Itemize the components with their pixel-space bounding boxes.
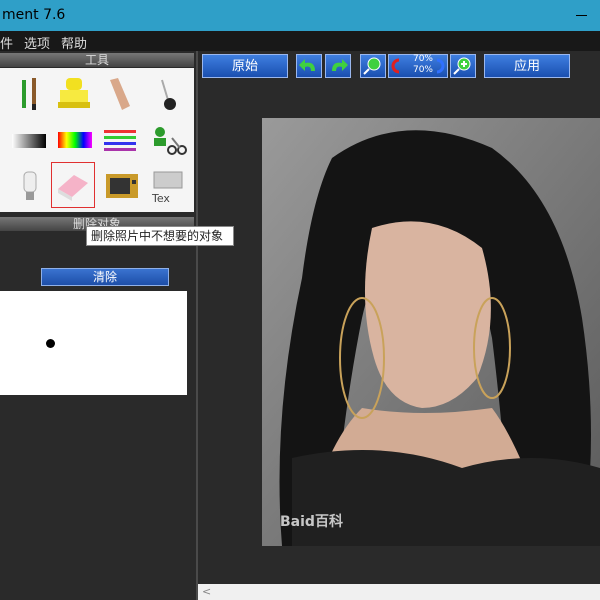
zoom-out-icon[interactable]	[360, 54, 386, 78]
gradient-icon[interactable]	[10, 120, 50, 160]
horizontal-scrollbar[interactable]: <	[198, 584, 600, 600]
brush-size-dot	[46, 339, 55, 348]
menu-item-file[interactable]: 件	[0, 33, 13, 52]
color-bars-icon[interactable]	[102, 120, 142, 160]
zoom-in-icon[interactable]	[450, 54, 476, 78]
scroll-left-icon[interactable]: <	[202, 585, 211, 598]
lightbulb-icon[interactable]	[10, 166, 50, 206]
zoom-top-value: 70%	[412, 54, 433, 64]
menu-bar: 件 选项 帮助	[0, 31, 600, 52]
window-title: ment 7.6	[2, 7, 66, 23]
zoom-bottom-value: 70%	[412, 65, 433, 75]
svg-text:Tex: Tex	[151, 192, 170, 205]
clear-button[interactable]: 清除	[41, 268, 169, 286]
original-button[interactable]: 原始	[202, 54, 288, 78]
finger-icon[interactable]	[100, 74, 140, 114]
pin-icon[interactable]	[148, 74, 188, 114]
watermark-text: Baid百科	[280, 513, 343, 530]
eraser-icon[interactable]	[51, 162, 95, 208]
color-spectrum-icon[interactable]	[56, 120, 96, 160]
tool-grid: Tex	[0, 68, 194, 212]
title-bar: ment 7.6	[0, 0, 600, 31]
text-icon[interactable]: Tex	[148, 166, 188, 206]
redo-icon[interactable]	[325, 54, 351, 78]
tv-icon[interactable]	[102, 166, 142, 206]
menu-item-help[interactable]: 帮助	[61, 33, 87, 52]
apply-button[interactable]: 应用	[484, 54, 570, 78]
undo-icon[interactable]	[296, 54, 322, 78]
brush-icon[interactable]	[12, 74, 52, 114]
minimize-icon[interactable]	[576, 8, 588, 20]
stamp-icon[interactable]	[54, 74, 94, 114]
tools-header: 工具	[0, 53, 194, 67]
tooltip: 删除照片中不想要的对象	[86, 226, 234, 246]
preview-canvas[interactable]	[0, 291, 187, 395]
clone-scissors-icon[interactable]	[148, 120, 188, 160]
menu-item-options[interactable]: 选项	[24, 33, 50, 52]
zoom-readout: 70% 70%	[405, 54, 441, 76]
photo-image[interactable]: Baid百科	[262, 118, 600, 546]
